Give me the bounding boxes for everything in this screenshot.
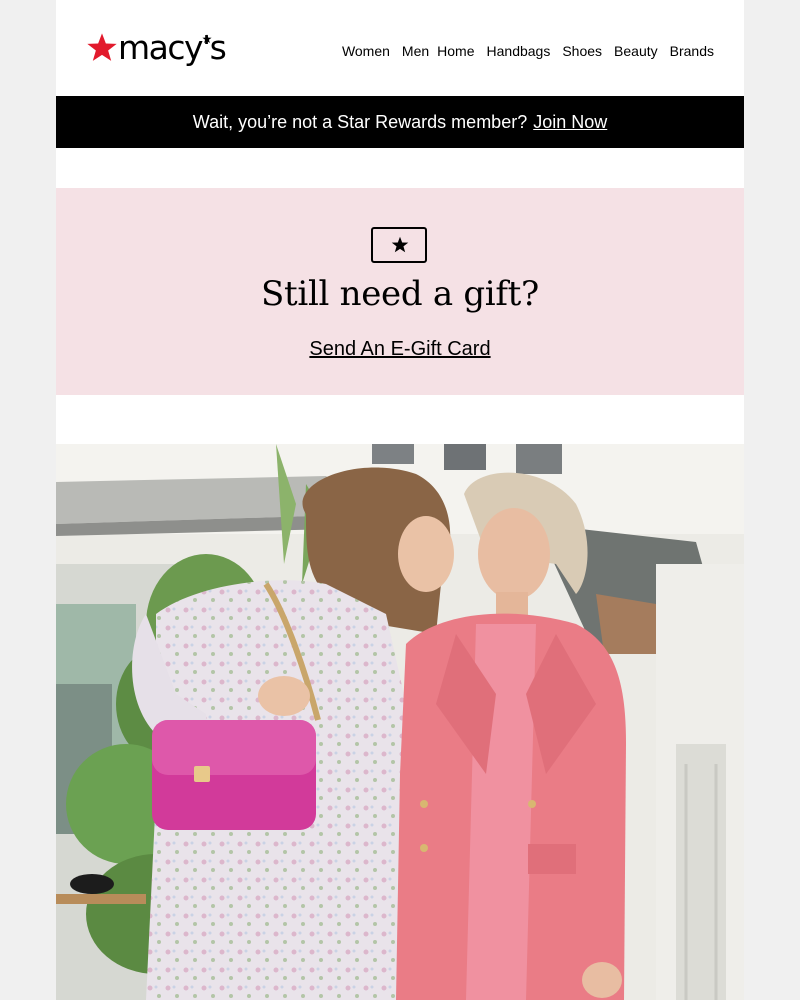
email-container: macy's Women Men Home Handbags Shoes Bea…: [56, 0, 744, 1000]
main-nav: Women Men Home Handbags Shoes Beauty Bra…: [330, 42, 714, 60]
nav-item-men[interactable]: Men: [402, 42, 429, 60]
gift-promo-block: Still need a gift? Send An E-Gift Card: [56, 188, 744, 395]
red-star-icon: [87, 33, 117, 61]
rewards-banner: Wait, you’re not a Star Rewards member? J…: [56, 96, 744, 148]
nav-item-brands[interactable]: Brands: [670, 42, 714, 60]
rewards-message: Wait, you’re not a Star Rewards member?: [192, 112, 528, 132]
nav-item-handbags[interactable]: Handbags: [487, 42, 551, 60]
gift-title: Still need a gift?: [261, 274, 539, 314]
nav-item-home[interactable]: Home: [437, 42, 474, 60]
small-star-icon: [202, 34, 212, 44]
nav-item-women[interactable]: Women: [342, 42, 390, 60]
hero-photo[interactable]: [56, 444, 744, 1000]
nav-item-beauty[interactable]: Beauty: [614, 42, 658, 60]
macys-logo[interactable]: macy's: [86, 28, 227, 72]
send-egift-card-link[interactable]: Send An E-Gift Card: [309, 338, 490, 360]
two-women-photo: [56, 444, 744, 1000]
star-icon: [391, 236, 409, 253]
nav-item-shoes[interactable]: Shoes: [562, 42, 602, 60]
star-card-icon: [371, 227, 427, 263]
header: macy's Women Men Home Handbags Shoes Bea…: [56, 0, 744, 96]
join-now-link[interactable]: Join Now: [533, 112, 607, 132]
